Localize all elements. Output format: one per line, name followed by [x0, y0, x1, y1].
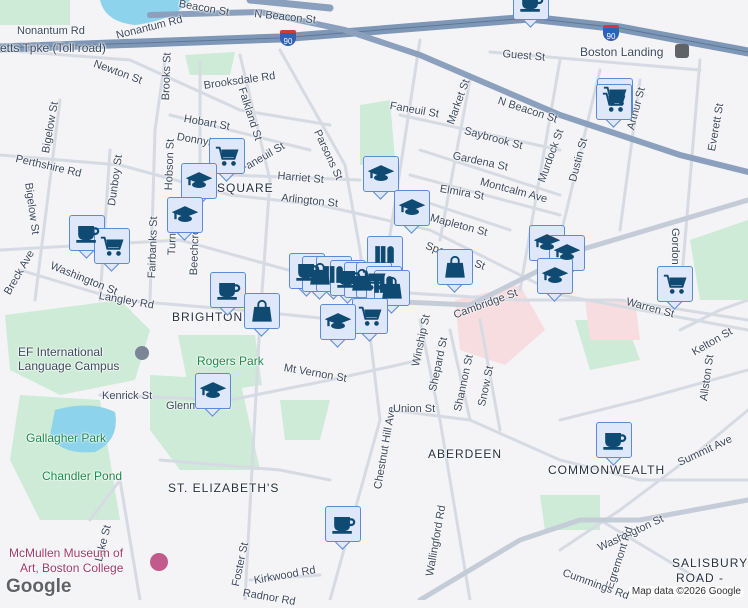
grad-icon	[172, 206, 198, 222]
train-station-icon	[675, 44, 689, 58]
cart-marker[interactable]	[596, 84, 632, 128]
street-label: Brooks St	[160, 52, 174, 101]
coffee-icon	[217, 283, 241, 300]
interstate-90-shield: 90	[603, 25, 619, 41]
map-attribution[interactable]: Map data ©2026 Google	[628, 586, 744, 597]
neighborhood-label: ROAD -	[676, 571, 724, 585]
cart-icon	[602, 92, 626, 112]
coffee-icon	[332, 517, 356, 534]
grad-icon	[325, 313, 351, 329]
neighborhood-label: SQUARE	[217, 181, 274, 195]
cart-icon	[358, 306, 382, 326]
cart-marker[interactable]	[657, 266, 693, 310]
cart-icon	[663, 274, 687, 294]
grad-marker[interactable]	[195, 373, 231, 417]
coffee-icon	[76, 226, 100, 243]
school-icon	[135, 346, 149, 360]
grad-marker[interactable]	[320, 304, 356, 348]
cart-icon	[215, 146, 239, 166]
street-label: Hobson St	[163, 138, 177, 191]
grad-icon	[368, 165, 394, 181]
coffee-icon	[520, 0, 544, 12]
neighborhood-label: ABERDEEN	[428, 447, 503, 461]
grad-icon	[186, 172, 212, 188]
coffee-marker[interactable]	[325, 506, 361, 550]
park-label[interactable]: Gallagher Park	[26, 431, 106, 445]
grad-marker[interactable]	[394, 190, 430, 234]
cart-icon	[100, 236, 124, 256]
library-icon	[375, 246, 394, 263]
poi-label[interactable]: Art, Boston College	[20, 561, 123, 575]
bag-marker[interactable]	[437, 249, 473, 293]
grad-marker[interactable]	[537, 258, 573, 302]
cart-marker[interactable]	[94, 228, 130, 272]
bag-icon	[445, 255, 465, 278]
neighborhood-label: COMMONWEALTH	[548, 463, 666, 477]
poi-label[interactable]: EF International	[18, 345, 103, 359]
bag-marker[interactable]	[244, 293, 280, 337]
bag-icon	[382, 276, 402, 299]
bag-icon	[252, 299, 272, 322]
street-label: etts Tpke (Toll road)	[0, 41, 106, 55]
grad-icon	[542, 267, 568, 283]
park-label[interactable]: Rogers Park	[197, 354, 264, 368]
grad-marker[interactable]	[167, 197, 203, 241]
coffee-marker[interactable]	[596, 422, 632, 466]
neighborhood-label: ST. ELIZABETH'S	[168, 481, 280, 495]
poi-label[interactable]: Language Campus	[18, 359, 119, 373]
street-label: Kenrick St	[102, 390, 153, 402]
neighborhood-label: SALISBURY	[672, 556, 748, 570]
google-logo: Google	[6, 576, 72, 597]
poi-label[interactable]: Boston Landing	[580, 45, 663, 59]
cart-marker[interactable]	[352, 298, 388, 342]
coffee-marker[interactable]	[210, 272, 246, 316]
street-label: Nonantum Rd	[17, 25, 85, 37]
grad-icon	[200, 382, 226, 398]
street-label: Union St	[393, 403, 436, 415]
poi-label[interactable]: McMullen Museum of	[9, 546, 123, 560]
coffee-icon	[603, 433, 627, 450]
interstate-90-shield: 90	[280, 30, 296, 46]
park-label[interactable]: Chandler Pond	[42, 469, 122, 483]
street-label: Fairbanks St	[146, 216, 161, 279]
museum-icon	[150, 553, 168, 571]
grad-icon	[399, 199, 425, 215]
coffee-marker[interactable]	[513, 0, 549, 28]
